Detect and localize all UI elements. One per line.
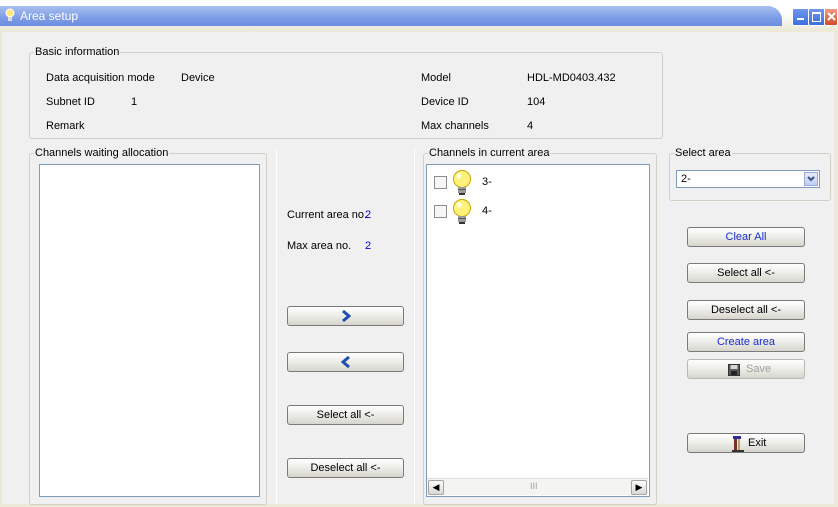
- remark-label: Remark: [46, 120, 85, 132]
- move-left-button[interactable]: [287, 352, 404, 372]
- dropdown-button[interactable]: [804, 172, 818, 186]
- lightbulb-icon: [5, 8, 15, 21]
- model-value: HDL-MD0403.432: [527, 72, 616, 84]
- clear-all-button[interactable]: Clear All: [687, 227, 805, 247]
- channels-waiting-list[interactable]: [39, 164, 260, 497]
- lightbulb-icon: [453, 170, 471, 195]
- minimize-icon: [797, 18, 804, 20]
- maximize-icon: [812, 12, 821, 22]
- select-area-legend: Select area: [675, 147, 731, 159]
- model-label: Model: [421, 72, 451, 84]
- subnet-id-label: Subnet ID: [46, 96, 95, 108]
- scroll-thumb-grip[interactable]: III: [530, 481, 538, 491]
- current-area-no-value: 2: [365, 209, 372, 221]
- select-area-value: 2-: [681, 173, 691, 185]
- select-area-dropdown[interactable]: 2-: [676, 170, 820, 188]
- lightbulb-icon: [453, 199, 471, 224]
- middle-panel: [276, 148, 415, 504]
- save-button[interactable]: Save: [687, 359, 805, 379]
- channel-3-label: 3-: [482, 176, 492, 188]
- channel-3-checkbox[interactable]: [434, 176, 447, 189]
- middle-select-all-button[interactable]: Select all <-: [287, 405, 404, 425]
- scroll-right-button[interactable]: ▶: [631, 480, 647, 495]
- scroll-left-button[interactable]: ◀: [428, 480, 444, 495]
- chevron-left-icon: [340, 356, 350, 368]
- chevron-right-icon: [341, 310, 351, 322]
- max-area-no-value: 2: [365, 240, 372, 252]
- create-area-button[interactable]: Create area: [687, 332, 805, 352]
- exit-button[interactable]: Exit: [687, 433, 805, 453]
- basic-information-legend: Basic information: [35, 46, 120, 58]
- list-item[interactable]: 4-: [434, 199, 514, 225]
- exit-door-icon: [732, 436, 744, 452]
- data-acquisition-mode-label: Data acquisition mode: [46, 72, 155, 84]
- select-all-button[interactable]: Select all <-: [687, 263, 805, 283]
- current-area-no-label: Current area no.: [287, 209, 368, 221]
- max-channels-value: 4: [527, 120, 534, 132]
- list-item[interactable]: 3-: [434, 170, 514, 195]
- close-icon: [827, 12, 836, 21]
- deselect-all-button[interactable]: Deselect all <-: [687, 300, 805, 320]
- floppy-disk-icon: [728, 364, 740, 376]
- channels-current-legend: Channels in current area: [429, 147, 550, 159]
- title-tab: [0, 6, 782, 26]
- window-title: Area setup: [20, 9, 79, 23]
- close-button[interactable]: [824, 8, 838, 26]
- scroll-left-icon: ◀: [432, 482, 440, 492]
- move-right-button[interactable]: [287, 306, 404, 326]
- exit-label: Exit: [748, 437, 767, 449]
- max-area-no-label: Max area no.: [287, 240, 352, 252]
- max-channels-label: Max channels: [421, 120, 489, 132]
- scroll-right-icon: ▶: [635, 482, 643, 492]
- device-id-label: Device ID: [421, 96, 469, 108]
- channel-4-label: 4-: [482, 205, 492, 217]
- device-id-value: 104: [527, 96, 546, 108]
- data-acquisition-mode-value: Device: [181, 72, 215, 84]
- chevron-down-icon: [807, 176, 815, 182]
- basic-information-group: Basic information: [29, 46, 663, 139]
- channel-4-checkbox[interactable]: [434, 205, 447, 218]
- save-label: Save: [746, 363, 772, 375]
- subnet-id-value: 1: [131, 96, 138, 108]
- horizontal-scrollbar[interactable]: ◀ III ▶: [427, 478, 648, 495]
- channels-waiting-legend: Channels waiting allocation: [35, 147, 169, 159]
- middle-deselect-all-button[interactable]: Deselect all <-: [287, 458, 404, 478]
